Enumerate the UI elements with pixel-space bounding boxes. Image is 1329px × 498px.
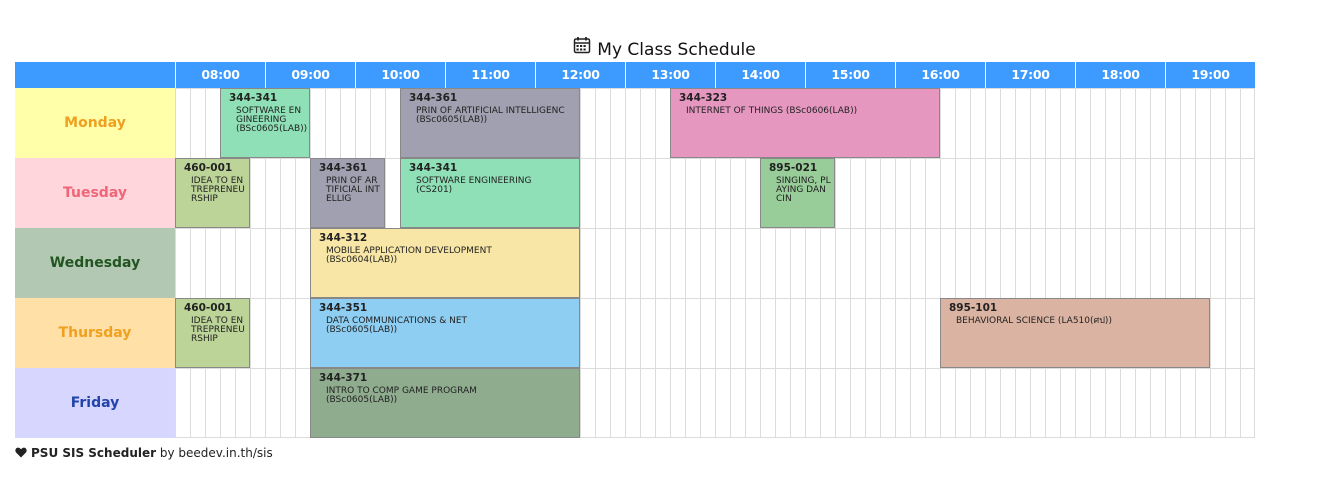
page-title-text: My Class Schedule (597, 40, 756, 60)
hour-header: 09:00 (265, 62, 355, 88)
class-code: 344-341 (409, 162, 458, 174)
schedule-table: 08:00 09:00 10:00 11:00 12:00 13:00 14:00 15:00… (15, 62, 1255, 438)
class-code: 895-021 (769, 162, 818, 174)
class-code: 344-361 (409, 92, 458, 104)
hour-header: 10:00 (355, 62, 445, 88)
class-block[interactable]: 344-371 INTRO TO COMP GAME PROGRAM (BSc060… (310, 368, 580, 438)
day-label-tuesday: Tuesday (15, 158, 175, 228)
footer-brand: PSU SIS Scheduler (31, 446, 157, 460)
hour-header: 11:00 (445, 62, 535, 88)
hour-header: 13:00 (625, 62, 715, 88)
day-label-monday: Monday (15, 88, 175, 158)
class-room: (BSc0604(LAB)) (326, 255, 398, 265)
class-code: 344-312 (319, 232, 368, 244)
class-code: 344-361 (319, 162, 368, 174)
class-block[interactable]: 344-341 SOFTWARE ENGINEERING (BSc0605(LAB)… (220, 88, 310, 158)
class-code: 895-101 (949, 302, 998, 314)
calendar-icon (573, 36, 591, 60)
class-code: 344-351 (319, 302, 368, 314)
hour-header: 19:00 (1165, 62, 1255, 88)
hour-header-row: 08:00 09:00 10:00 11:00 12:00 13:00 14:00 15:00… (15, 62, 1255, 88)
footer: PSU SIS Scheduler by beedev.in.th/sis (15, 446, 273, 460)
class-code: 344-371 (319, 372, 368, 384)
footer-by: by (159, 446, 175, 460)
class-code: 344-341 (229, 92, 278, 104)
timetable-grid: 344-341 SOFTWARE ENGINEERING (BSc0605(LAB)… (175, 88, 1255, 438)
class-block[interactable]: 344-323 INTERNET OF THINGS (BSc0606(LAB)) (670, 88, 940, 158)
hour-header: 08:00 (175, 62, 265, 88)
day-label-wednesday: Wednesday (15, 228, 175, 298)
hour-header: 14:00 (715, 62, 805, 88)
class-name: SOFTWARE ENGINEERING (236, 106, 302, 125)
class-room: (BSc0605(LAB)) (236, 124, 308, 134)
page-title: My Class Schedule (0, 36, 1329, 60)
hour-header: 18:00 (1075, 62, 1165, 88)
day-label-friday: Friday (15, 368, 175, 438)
class-code: 344-323 (679, 92, 728, 104)
hour-header: 15:00 (805, 62, 895, 88)
hour-header: 12:00 (535, 62, 625, 88)
class-name: PRIN OF ARTIFICIAL INTELLIG (326, 176, 380, 204)
class-name: IDEA TO ENTREPRENEURSHIP (191, 316, 245, 344)
class-block[interactable]: 895-101 BEHAVIORAL SCIENCE (LA510(ศป)) (940, 298, 1210, 368)
class-block[interactable]: 344-351 DATA COMMUNICATIONS & NET (BSc0605… (310, 298, 580, 368)
class-block[interactable]: 895-021 SINGING, PLAYING DANCIN (760, 158, 835, 228)
class-room: (CS201) (416, 185, 453, 195)
heart-icon (15, 446, 27, 460)
class-block[interactable]: 460-001 IDEA TO ENTREPRENEURSHIP (175, 298, 250, 368)
class-room: (BSc0605(LAB)) (416, 115, 488, 125)
hour-header: 16:00 (895, 62, 985, 88)
class-name: SINGING, PLAYING DANCIN (776, 176, 831, 204)
class-block[interactable]: 344-341 SOFTWARE ENGINEERING (CS201) (400, 158, 580, 228)
footer-link[interactable]: beedev.in.th/sis (178, 446, 272, 460)
class-code: 460-001 (184, 162, 233, 174)
hour-header: 17:00 (985, 62, 1075, 88)
class-block[interactable]: 344-361 PRIN OF ARTIFICIAL INTELLIGENC (BS… (400, 88, 580, 158)
class-block[interactable]: 344-361 PRIN OF ARTIFICIAL INTELLIG (310, 158, 385, 228)
day-label-thursday: Thursday (15, 298, 175, 368)
class-name: IDEA TO ENTREPRENEURSHIP (191, 176, 245, 204)
class-name: BEHAVIORAL SCIENCE (LA510(ศป)) (956, 316, 1112, 326)
class-room: (BSc0605(LAB)) (326, 325, 398, 335)
class-name: INTERNET OF THINGS (BSc0606(LAB)) (686, 106, 858, 116)
class-room: (BSc0605(LAB)) (326, 395, 398, 405)
class-code: 460-001 (184, 302, 233, 314)
class-block[interactable]: 344-312 MOBILE APPLICATION DEVELOPMENT (BS… (310, 228, 580, 298)
header-corner (15, 62, 175, 88)
class-block[interactable]: 460-001 IDEA TO ENTREPRENEURSHIP (175, 158, 250, 228)
